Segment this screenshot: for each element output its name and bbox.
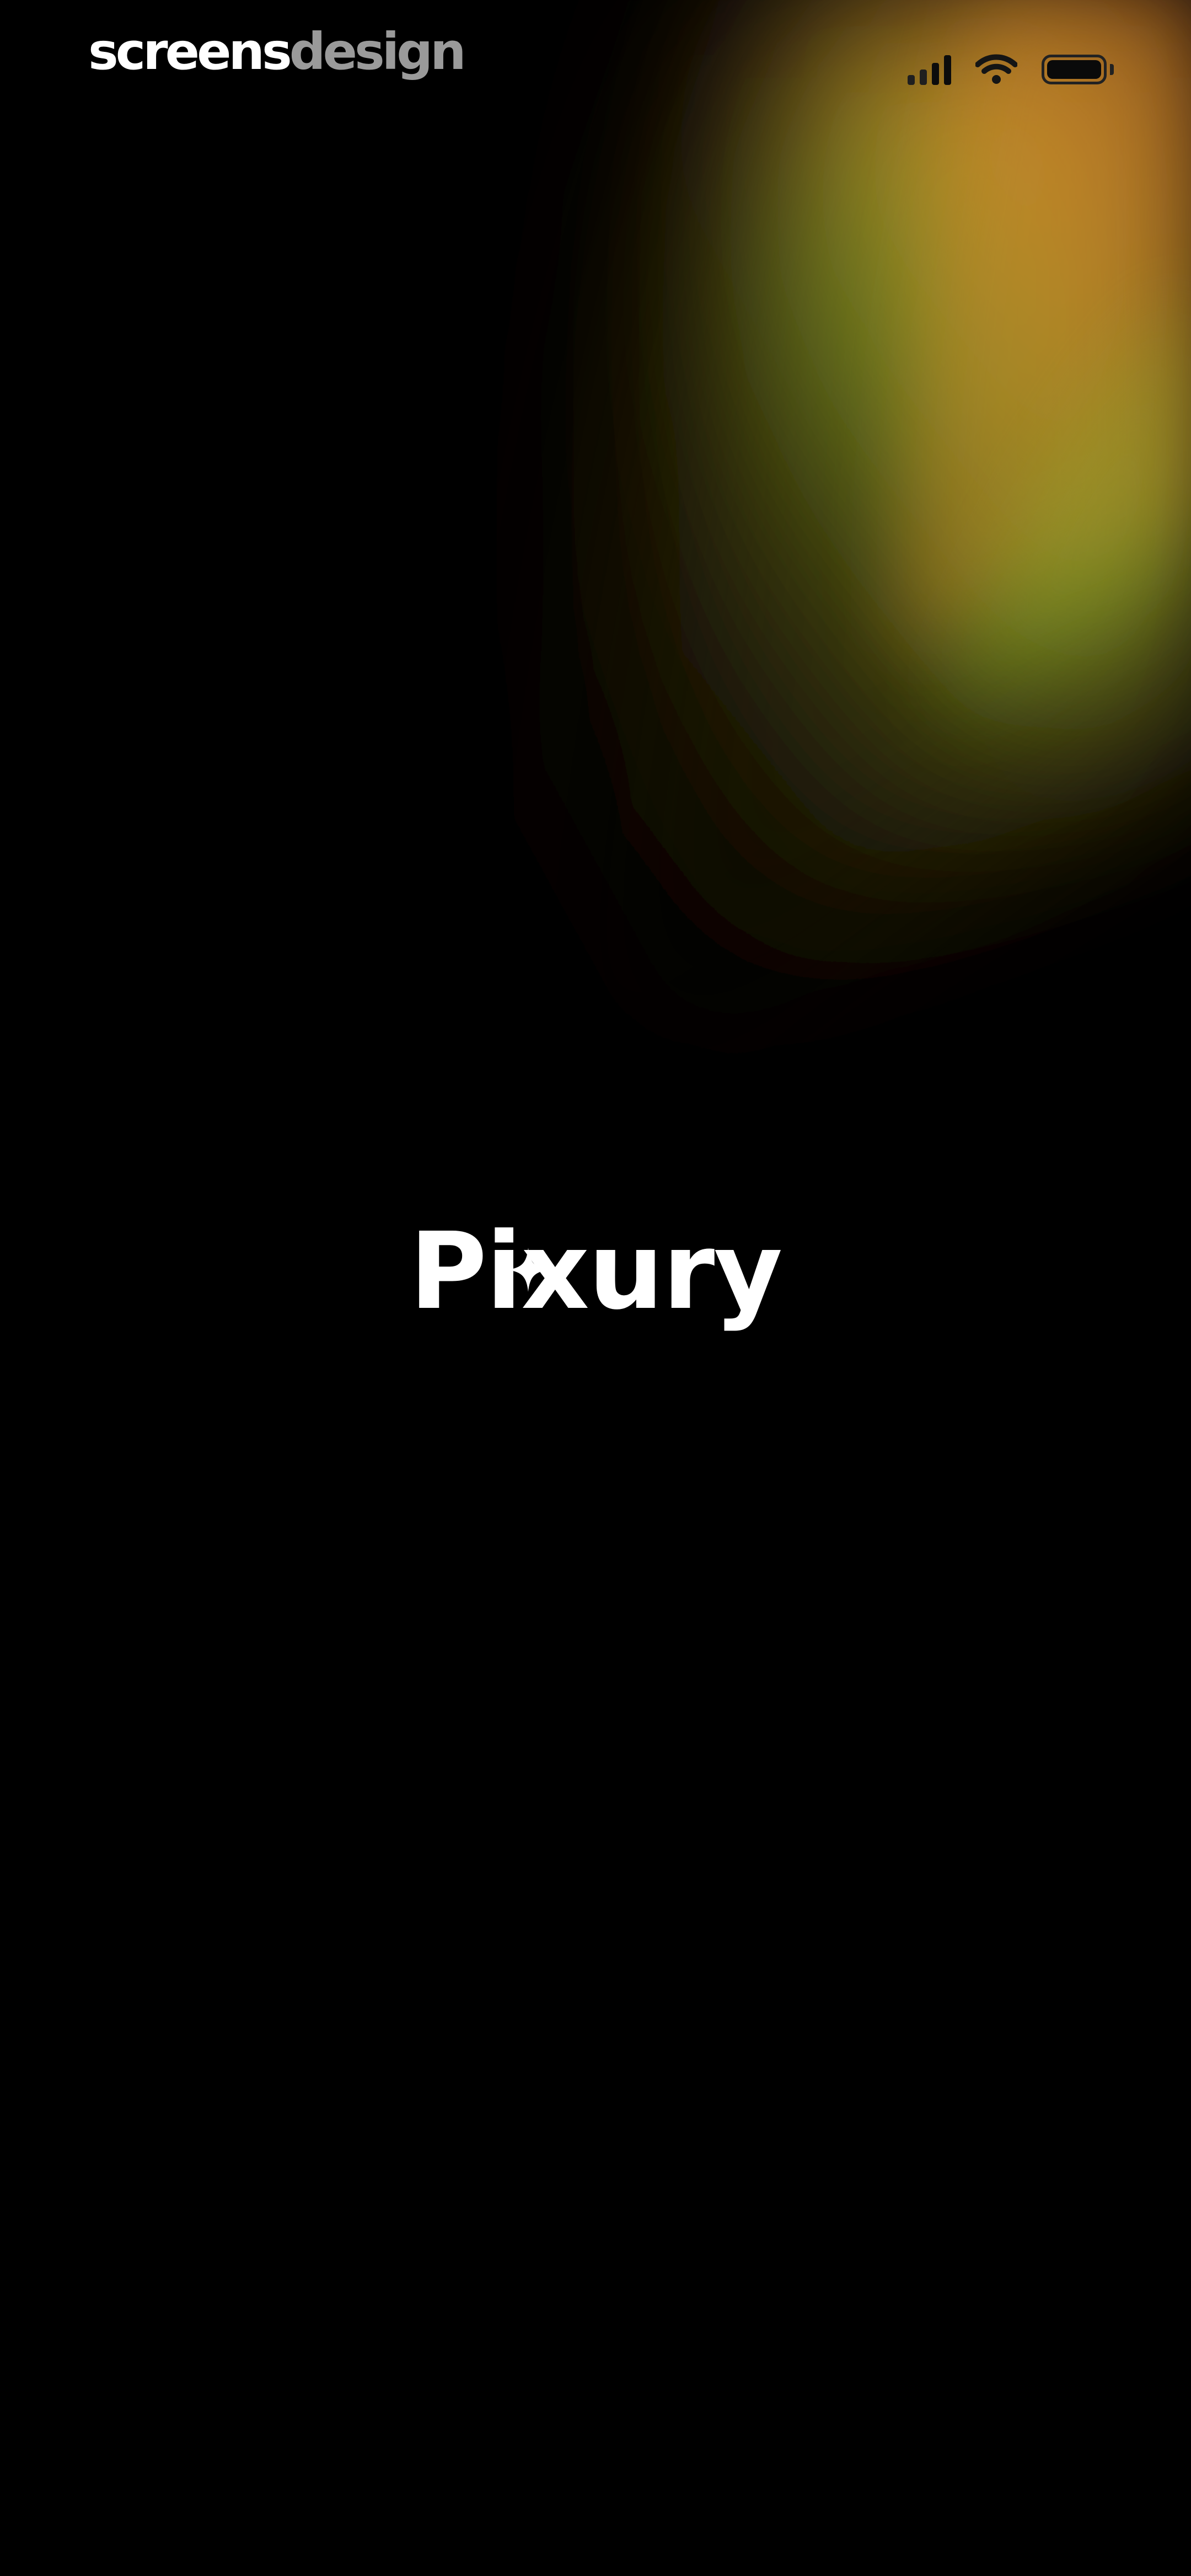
- status-bar: [908, 51, 1114, 88]
- app-logo-text: Pixury: [409, 1210, 783, 1333]
- watermark-part-screens: screens: [88, 22, 292, 81]
- splash-screen: screensdesign Pixury: [0, 0, 1191, 2576]
- watermark-part-design: design: [289, 22, 466, 81]
- battery-icon: [1042, 55, 1114, 84]
- wifi-icon: [975, 54, 1017, 84]
- screensdesign-watermark: screensdesign: [88, 26, 466, 77]
- signal-icon: [908, 54, 951, 85]
- sparkle-icon: [506, 1248, 550, 1292]
- app-logo: Pixury: [0, 1219, 1191, 1325]
